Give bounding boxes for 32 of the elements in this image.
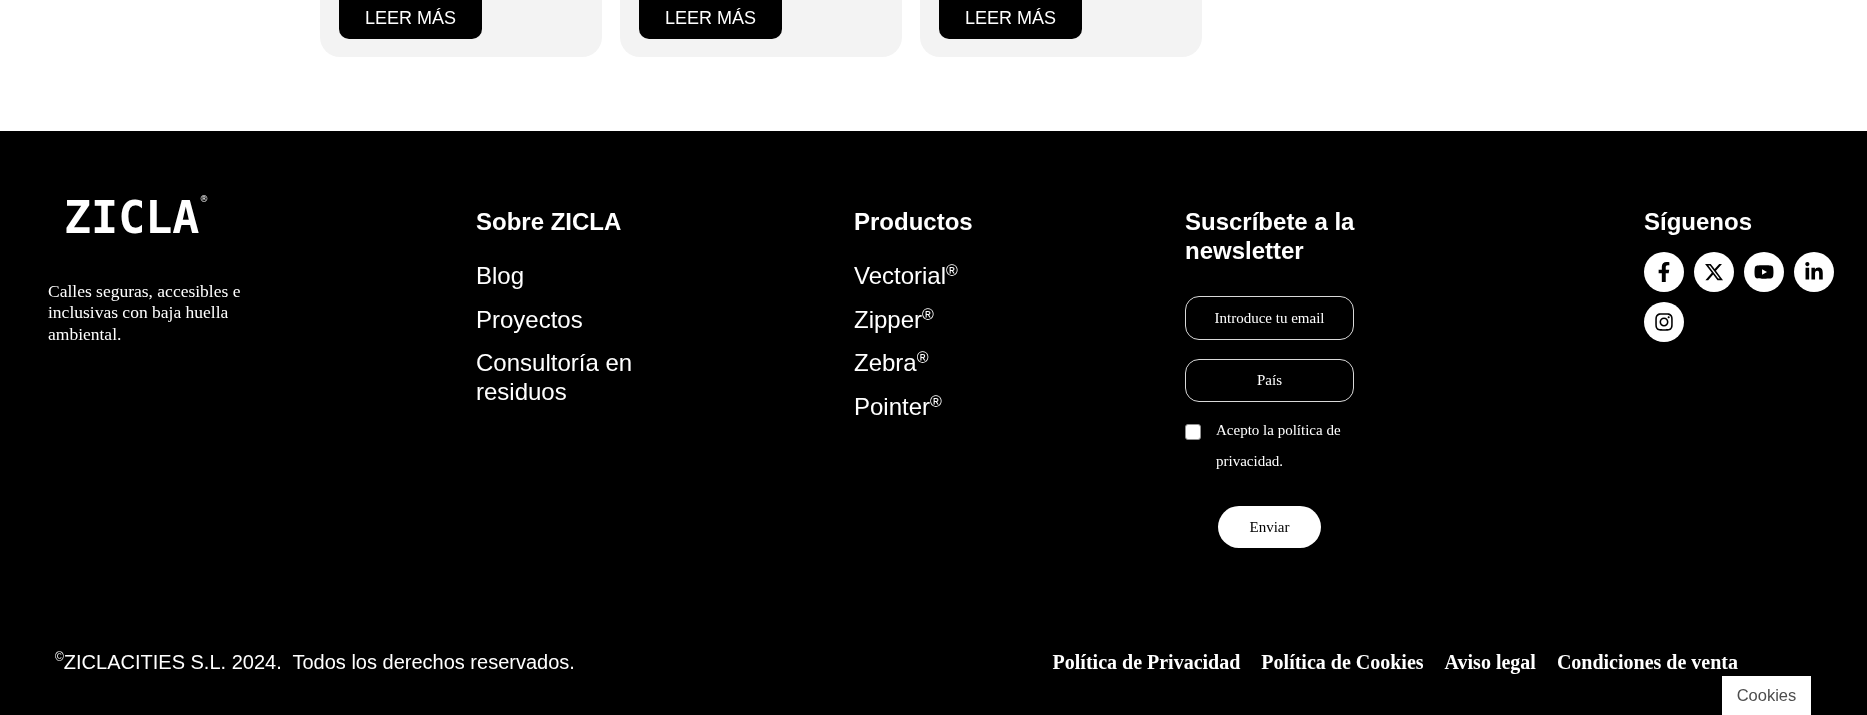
input-field[interactable]: País bbox=[1185, 359, 1354, 402]
linkedin-icon[interactable] bbox=[1794, 252, 1834, 292]
legal-link[interactable]: Aviso legal bbox=[1444, 650, 1536, 674]
footer-link[interactable]: Zipper$^{®}$ bbox=[854, 304, 934, 334]
footer-link[interactable]: Vectorial$^{®}$ bbox=[854, 261, 958, 290]
instagram-icon[interactable] bbox=[1644, 302, 1684, 342]
read-more-button[interactable]: LEER MÁS bbox=[939, 0, 1083, 39]
x-logo-icon[interactable] bbox=[1694, 252, 1734, 292]
copyright-text: $^{©}$ZICLACITIES S.L. 2024. Todos los derechos reservados. bbox=[55, 650, 575, 674]
footer-link[interactable]: Pointer$^{®}$ bbox=[854, 391, 942, 421]
legal-link[interactable]: Condiciones de venta bbox=[1556, 650, 1738, 674]
input-field[interactable]: Introduce tu email bbox=[1185, 296, 1354, 340]
legal-link[interactable]: Política de Privacidad bbox=[1052, 650, 1241, 674]
facebook-icon[interactable] bbox=[1644, 252, 1684, 292]
column-heading: Suscríbete a la newsletter bbox=[1185, 207, 1356, 265]
column-heading: Síguenos bbox=[1644, 207, 1752, 236]
submit-button[interactable]: Enviar bbox=[1218, 506, 1321, 548]
tagline-text: Calles seguras, accesibles e inclusivas con baja huella ambiental. bbox=[48, 281, 242, 345]
footer-link[interactable]: Zebra$^{®}$ bbox=[854, 348, 929, 378]
legal-link[interactable]: Política de Cookies bbox=[1261, 650, 1424, 674]
consent-text: Acepto la política de privacidad. bbox=[1216, 421, 1342, 471]
column-heading: Sobre ZICLA bbox=[476, 207, 622, 236]
read-more-button[interactable]: LEER MÁS bbox=[639, 0, 783, 39]
footer-link[interactable]: Blog bbox=[476, 261, 525, 290]
youtube-icon[interactable] bbox=[1744, 252, 1784, 292]
cookies-button[interactable]: Cookies bbox=[1722, 676, 1811, 715]
footer-link[interactable]: Proyectos bbox=[476, 304, 583, 334]
footer-link[interactable]: Consultoría en residuos bbox=[476, 348, 676, 407]
column-heading: Productos bbox=[854, 207, 973, 236]
checkbox[interactable] bbox=[1185, 424, 1201, 440]
read-more-button[interactable]: LEER MÁS bbox=[339, 0, 483, 39]
brand-logo: ZICLA$^{®}$ bbox=[64, 195, 209, 240]
